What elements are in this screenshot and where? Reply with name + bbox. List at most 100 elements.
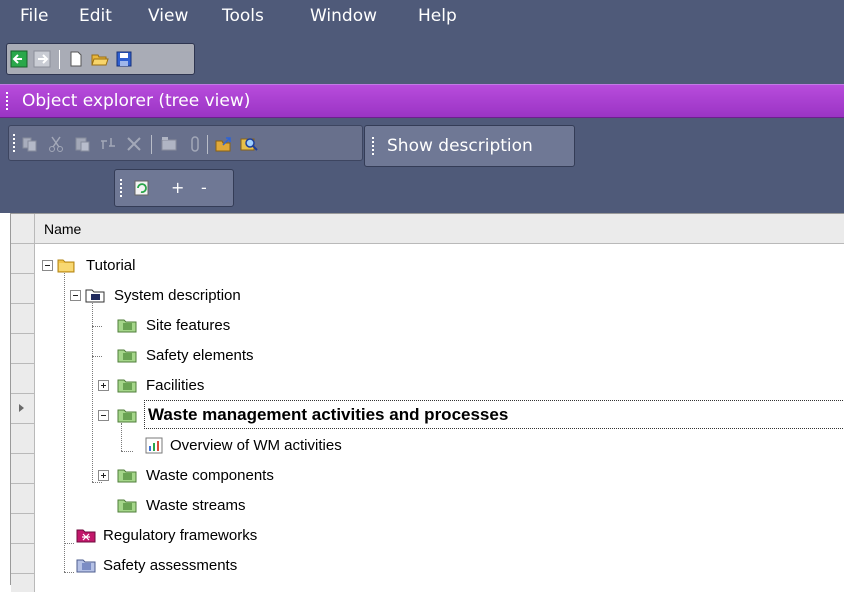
link-icon[interactable] (99, 135, 117, 153)
tree-connector (92, 303, 93, 482)
tree-node-tutorial[interactable]: Tutorial (41, 255, 161, 277)
find-icon[interactable] (240, 135, 258, 153)
panel-title-bar: Object explorer (tree view) (0, 84, 844, 118)
collapse-toggle[interactable] (98, 410, 109, 421)
column-header-name[interactable]: Name (44, 221, 81, 237)
collapse-toggle[interactable] (42, 260, 53, 271)
collapse-all-button[interactable]: - (201, 178, 207, 197)
tree-node-overview-wm-activities[interactable]: Overview of WM activities (145, 435, 415, 457)
node-label: Facilities (146, 377, 205, 394)
node-label: Tutorial (86, 257, 136, 274)
attach-icon[interactable] (186, 135, 204, 153)
row-header[interactable] (11, 484, 35, 514)
tree-grid: Name Tutorial System description Site fe… (10, 213, 844, 592)
node-label: Site features (146, 317, 231, 334)
menu-tools[interactable]: Tools (222, 6, 264, 26)
edit-toolbar (8, 125, 363, 161)
tree-node-site-features[interactable]: Site features (116, 315, 276, 337)
tree-node-waste-components[interactable]: Waste components (97, 465, 337, 487)
tree-node-safety-elements[interactable]: Safety elements (116, 345, 296, 367)
cut-icon[interactable] (47, 135, 65, 153)
node-label: Safety assessments (103, 557, 238, 574)
row-header[interactable] (11, 364, 35, 394)
feature-folder-icon (117, 499, 137, 513)
expand-all-button[interactable]: + (171, 178, 184, 197)
application-chrome: File Edit View Tools Window Help Object … (0, 0, 844, 213)
row-header[interactable] (11, 514, 35, 544)
current-row-arrow-icon (19, 404, 24, 412)
expand-toggle[interactable] (98, 470, 109, 481)
tree-connector (121, 451, 133, 452)
standard-toolbar (6, 43, 195, 75)
node-label: Waste management activities and processe… (148, 405, 509, 424)
copy-icon[interactable] (21, 135, 39, 153)
tree-node-facilities[interactable]: Facilities (97, 375, 257, 397)
node-label: Waste components (146, 467, 274, 484)
regulation-icon (76, 529, 96, 543)
tree-connector (64, 273, 65, 572)
assessment-folder-icon (76, 559, 96, 573)
row-header[interactable] (11, 244, 35, 274)
tree-node-regulatory-frameworks[interactable]: Regulatory frameworks (75, 525, 345, 547)
grip-handle[interactable] (13, 134, 15, 153)
row-header (11, 574, 35, 592)
grid-corner (11, 214, 35, 244)
toolbar-separator (151, 135, 152, 154)
menu-view[interactable]: View (148, 6, 188, 26)
show-description-label: Show description (387, 136, 533, 156)
tree-connector (92, 356, 102, 357)
grip-handle[interactable] (6, 92, 8, 112)
grip-handle[interactable] (120, 179, 122, 198)
row-header-current[interactable] (11, 394, 35, 424)
paste-icon[interactable] (73, 135, 91, 153)
row-header[interactable] (11, 274, 35, 304)
refresh-icon[interactable] (133, 179, 151, 197)
back-icon[interactable] (10, 50, 28, 68)
tree-connector (121, 423, 122, 451)
tree-toolbar: + - (114, 169, 234, 207)
row-header[interactable] (11, 334, 35, 364)
forward-icon[interactable] (33, 50, 51, 68)
node-label: Overview of WM activities (170, 437, 342, 454)
node-label: System description (114, 287, 241, 304)
tree-node-system-description[interactable]: System description (69, 285, 299, 307)
feature-folder-icon (117, 409, 137, 423)
open-folder-icon[interactable] (91, 50, 109, 68)
menu-window[interactable]: Window (310, 6, 377, 26)
row-header[interactable] (11, 424, 35, 454)
open-icon[interactable] (215, 135, 233, 153)
node-label: Regulatory frameworks (103, 527, 258, 544)
menu-bar: File Edit View Tools Window Help (0, 0, 844, 38)
chart-icon (145, 437, 163, 454)
save-icon[interactable] (115, 50, 133, 68)
feature-folder-icon (117, 319, 137, 333)
menu-help[interactable]: Help (418, 6, 457, 26)
tree-connector (64, 543, 74, 544)
tree-node-waste-management[interactable]: Waste management activities and processe… (97, 405, 717, 427)
tree-connector (92, 326, 102, 327)
row-header[interactable] (11, 454, 35, 484)
new-document-icon[interactable] (67, 50, 85, 68)
menu-edit[interactable]: Edit (79, 6, 112, 26)
tree-connector (64, 572, 74, 573)
panel-title: Object explorer (tree view) (22, 91, 251, 111)
menu-file[interactable]: File (20, 6, 48, 26)
grip-handle (372, 137, 374, 156)
properties-icon[interactable] (160, 135, 178, 153)
row-header[interactable] (11, 544, 35, 574)
tree-node-waste-streams[interactable]: Waste streams (116, 495, 316, 517)
node-label: Waste streams (146, 497, 246, 514)
toolbar-separator (59, 50, 60, 69)
collapse-toggle[interactable] (70, 290, 81, 301)
toolbar-separator (207, 135, 208, 154)
tree-node-safety-assessments[interactable]: Safety assessments (75, 555, 325, 577)
feature-folder-icon (117, 349, 137, 363)
folder-icon (57, 259, 75, 273)
column-header-row: Name (11, 214, 844, 244)
delete-icon[interactable] (125, 135, 143, 153)
show-description-button[interactable]: Show description (364, 125, 575, 167)
feature-folder-icon (117, 469, 137, 483)
row-header[interactable] (11, 304, 35, 334)
system-folder-icon (85, 289, 105, 303)
expand-toggle[interactable] (98, 380, 109, 391)
